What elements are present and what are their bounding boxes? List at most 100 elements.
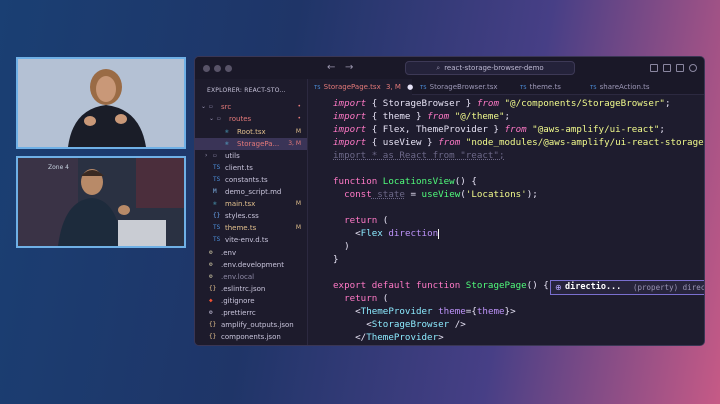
command-search-bar[interactable]: ⌕ react-storage-browser-demo [405, 61, 575, 75]
code-line: function LocationsView() { [333, 176, 477, 187]
tab-storagebrowser[interactable]: TS StorageBrowser.tsx [414, 79, 510, 95]
env-file-icon: ⚙ [209, 249, 213, 256]
ts-file-icon: TS [213, 164, 221, 171]
tree-item[interactable]: ⚛ Root.tsx M [195, 126, 307, 138]
tree-item-label: .eslintrc.json [221, 285, 266, 293]
tree-item[interactable]: {} .eslintrc.json [195, 283, 307, 295]
tab-label: shareAction.ts [599, 83, 650, 91]
tab-shareaction[interactable]: TS shareAction.ts [584, 79, 664, 95]
tree-item-label: .gitignore [221, 297, 255, 305]
code-line: <StorageBrowser /> [333, 319, 466, 330]
webcam-bottom-label: Zone 4 [48, 164, 69, 171]
tree-item[interactable]: ⚙ .env.local [195, 271, 307, 283]
chevron-icon[interactable]: ⌄ [201, 101, 206, 113]
ts-file-icon: TS [520, 85, 527, 91]
code-line: <ThemeProvider theme={theme}> [333, 306, 516, 317]
git-status-badge: M [295, 128, 301, 135]
code-line: export default function StoragePage() { [333, 280, 549, 291]
editor-tab-bar: TS StoragePage.tsx 3, M ● TS StorageBrowse… [308, 79, 704, 95]
git-status-badge: • [297, 115, 301, 122]
ts-file-icon: TS [213, 224, 221, 231]
code-line: ) [333, 241, 350, 252]
tree-item-label: routes [229, 115, 252, 123]
explorer-header: EXPLORER: REACT-STO... [207, 87, 286, 94]
tab-problems-badge: 3, M [385, 83, 401, 91]
tree-item-label: src [221, 103, 232, 111]
explorer-sidebar: EXPLORER: REACT-STO... ⌄ ▭ src • ⌄ ▭ routes • ⚛ R… [195, 79, 308, 345]
tree-item[interactable]: {} styles.css [195, 210, 307, 222]
tree-item[interactable]: › ▭ utils [195, 150, 307, 162]
code-line: import { theme } from "@/theme"; [333, 111, 511, 122]
tsx-file-icon: TS [420, 85, 427, 91]
tree-item[interactable]: ⌄ ▭ src • [195, 101, 307, 113]
tree-item[interactable]: TS constants.ts [195, 174, 307, 186]
code-line: import { StorageBrowser } from "@/compon… [333, 98, 671, 109]
tree-item[interactable]: ⚙ .env [195, 247, 307, 259]
tab-label: theme.ts [529, 83, 561, 91]
tab-label: StorageBrowser.tsx [429, 83, 498, 91]
search-icon: ⌕ [436, 64, 441, 72]
css-file-icon: {} [213, 212, 221, 219]
tree-item-label: components.json [221, 333, 281, 341]
code-line-active: <Flex direction [333, 228, 440, 239]
code-editor-window: ← → ⌕ react-storage-browser-demo EXPLORER… [194, 56, 705, 346]
tsx-file-icon: TS [314, 85, 321, 91]
forward-arrow-icon[interactable]: → [345, 62, 353, 73]
toggle-sidebar-icon[interactable] [650, 64, 658, 72]
tree-item-label: vite-env.d.ts [225, 236, 269, 244]
tree-item[interactable]: TS vite-env.d.ts [195, 234, 307, 246]
tree-item-label: client.ts [225, 164, 253, 172]
code-line: import { useView } from "node_modules/@a… [333, 137, 705, 148]
account-icon[interactable] [689, 64, 697, 72]
suggestion-name: directio... [565, 282, 622, 292]
tree-item-label: demo_script.md [225, 188, 282, 196]
json-file-icon: {} [209, 321, 217, 328]
maximize-window-button[interactable] [225, 65, 232, 72]
minimize-window-button[interactable] [214, 65, 221, 72]
code-line-unused-import: import * as React from "react"; [333, 150, 505, 161]
ts-file-icon: TS [213, 176, 221, 183]
tree-item[interactable]: ◆ .gitignore [195, 295, 307, 307]
code-line: const state = useView('Locations'); [333, 189, 538, 200]
tree-item-label: .env.development [221, 261, 284, 269]
tree-item[interactable]: ⚙ .prettierrc [195, 307, 307, 319]
close-window-button[interactable] [203, 65, 210, 72]
code-editor[interactable]: import { StorageBrowser } from "@/compon… [308, 95, 705, 345]
presenter-image [18, 59, 184, 147]
tree-item[interactable]: Mdemo_script.md [195, 186, 307, 198]
toggle-panel-icon[interactable] [663, 64, 671, 72]
folder-icon: ▭ [213, 152, 217, 159]
tree-item[interactable]: TS theme.ts M [195, 222, 307, 234]
tree-item-label: styles.css [225, 212, 259, 220]
code-line: import { Flex, ThemeProvider } from "@aw… [333, 124, 665, 135]
tree-item[interactable]: TS client.ts [195, 162, 307, 174]
chevron-icon[interactable]: ⌄ [209, 113, 214, 125]
text-cursor [438, 228, 440, 239]
tree-item[interactable]: ⌄ ▭ routes • [195, 113, 307, 125]
tab-storagepage[interactable]: TS StoragePage.tsx 3, M ● [308, 79, 413, 95]
config-file-icon: ⚙ [209, 309, 213, 316]
ts-file-icon: TS [213, 236, 221, 243]
toggle-secondary-sidebar-icon[interactable] [676, 64, 684, 72]
autocomplete-suggestion[interactable]: ⊕ directio... (property) direction?: Res… [550, 280, 704, 295]
tree-item[interactable]: ⚙ .env.development [195, 259, 307, 271]
tsx-file-icon: ⚛ [213, 200, 217, 207]
tab-theme[interactable]: TS theme.ts [514, 79, 580, 95]
md-file-icon: M [213, 188, 217, 195]
tree-item-label: theme.ts [225, 224, 257, 232]
tree-item[interactable]: {} components.json [195, 331, 307, 343]
code-line: return ( [333, 215, 389, 226]
back-arrow-icon[interactable]: ← [327, 62, 335, 73]
tree-item[interactable]: {} amplify_outputs.json [195, 319, 307, 331]
unsaved-dot-icon[interactable]: ● [407, 83, 413, 91]
tree-item-label: main.tsx [225, 200, 256, 208]
tree-item-label: .env.local [221, 273, 255, 281]
chevron-icon[interactable]: › [205, 150, 207, 162]
tree-item-label: .env [221, 249, 237, 257]
webcam-feed-presenter [16, 57, 186, 149]
json-file-icon: {} [209, 333, 217, 340]
tree-item[interactable]: ⚛ main.tsx M [195, 198, 307, 210]
tree-item[interactable]: ⚛ StoragePa... 3, M [195, 138, 307, 150]
env-file-icon: ⚙ [209, 273, 213, 280]
git-status-badge: 3, M [288, 140, 301, 147]
